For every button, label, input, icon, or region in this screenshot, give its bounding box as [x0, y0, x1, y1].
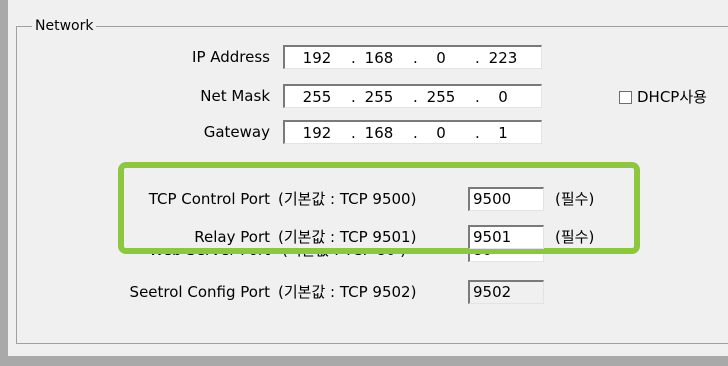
octet-separator: . — [351, 88, 356, 106]
gateway-octet-4[interactable]: 1 — [483, 123, 523, 143]
ip-address-field[interactable]: 192 . 168 . 0 . 223 — [283, 45, 542, 69]
octet-separator: . — [475, 124, 480, 142]
net-mask-octet-2[interactable]: 255 — [359, 87, 399, 107]
net-mask-octet-1[interactable]: 255 — [297, 87, 337, 107]
dhcp-label[interactable]: DHCP사용 — [637, 87, 707, 107]
ip-address-octet-4[interactable]: 223 — [483, 48, 523, 68]
tcp-control-port-required: (필수) — [555, 190, 595, 208]
seetrol-config-port-hint: (기본값 : TCP 9502) — [278, 283, 417, 301]
seetrol-config-port-label: Seetrol Config Port — [129, 283, 270, 301]
ip-address-label: IP Address — [192, 48, 270, 66]
tcp-control-port-hint: (기본값 : TCP 9500) — [278, 190, 417, 208]
net-mask-octet-3[interactable]: 255 — [421, 87, 461, 107]
relay-port-label: Relay Port — [194, 228, 270, 246]
ip-address-octet-3[interactable]: 0 — [421, 48, 461, 68]
network-group-title: Network — [32, 18, 97, 34]
octet-separator: . — [475, 88, 480, 106]
net-mask-octet-4[interactable]: 0 — [483, 87, 523, 107]
tcp-control-port-label: TCP Control Port — [148, 190, 270, 208]
relay-port-hint: (기본값 : TCP 9501) — [278, 228, 417, 246]
gateway-octet-1[interactable]: 192 — [297, 123, 337, 143]
octet-separator: . — [351, 49, 356, 67]
octet-separator: . — [413, 49, 418, 67]
relay-port-input[interactable]: 9501 — [468, 225, 544, 249]
octet-separator: . — [413, 124, 418, 142]
gateway-octet-2[interactable]: 168 — [359, 123, 399, 143]
relay-port-required: (필수) — [555, 228, 595, 246]
tcp-control-port-input[interactable]: 9500 — [468, 187, 544, 211]
gateway-label: Gateway — [203, 123, 270, 141]
ip-address-octet-1[interactable]: 192 — [297, 48, 337, 68]
octet-separator: . — [413, 88, 418, 106]
octet-separator: . — [475, 49, 480, 67]
net-mask-field[interactable]: 255 . 255 . 255 . 0 — [283, 84, 542, 108]
dhcp-checkbox[interactable] — [619, 91, 632, 104]
net-mask-label: Net Mask — [200, 87, 270, 105]
gateway-field[interactable]: 192 . 168 . 0 . 1 — [283, 120, 542, 144]
ip-address-octet-2[interactable]: 168 — [359, 48, 399, 68]
seetrol-config-port-input: 9502 — [468, 280, 544, 304]
octet-separator: . — [351, 124, 356, 142]
gateway-octet-3[interactable]: 0 — [421, 123, 461, 143]
